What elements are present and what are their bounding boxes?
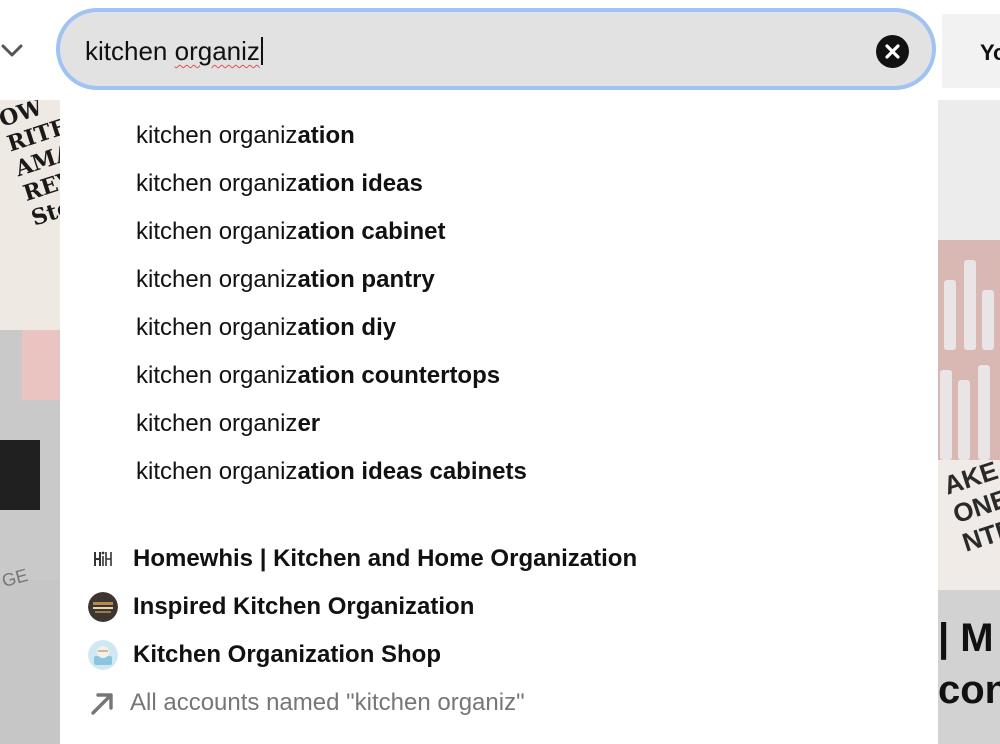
pin-image: GE [0, 565, 60, 744]
suggestion-item[interactable]: kitchen organization pantry [136, 256, 916, 304]
account-name: Homewhis | Kitchen and Home Organization [133, 545, 638, 572]
account-name: Kitchen Organization Shop [133, 641, 442, 668]
account-name: Inspired Kitchen Organization [133, 593, 475, 620]
header-right-label[interactable]: Yo [980, 40, 1000, 66]
account-result-inspired-kitchen[interactable]: Inspired Kitchen Organization [88, 583, 908, 631]
suggestion-item[interactable]: kitchen organization countertops [136, 352, 916, 400]
suggestion-item[interactable]: kitchen organization [136, 112, 916, 160]
account-result-homewhis[interactable]: Homewhis | Kitchen and Home Organization [88, 535, 908, 583]
pin-image-text: AKE ONEY NTER [940, 455, 1000, 558]
search-query-word: organiz [174, 36, 260, 66]
close-icon [885, 44, 900, 59]
inspired-kitchen-avatar [88, 592, 118, 622]
homewhis-logo-icon [88, 544, 118, 574]
clear-search-button[interactable] [876, 35, 909, 68]
kitchen-shop-avatar [88, 640, 118, 670]
chevron-down-icon[interactable] [0, 38, 24, 62]
suggestion-item[interactable]: kitchen organizer [136, 400, 916, 448]
suggestion-item[interactable]: kitchen organization diy [136, 304, 916, 352]
pin-title-text: | M con [938, 616, 1000, 712]
suggestion-item[interactable]: kitchen organization ideas [136, 160, 916, 208]
pin-image: AKE ONEY NTER [938, 455, 1000, 590]
background-pin-right: AKE ONEY NTER | M con [938, 100, 1000, 744]
pin-image [0, 330, 60, 580]
suggestion-item[interactable]: kitchen organization cabinet [136, 208, 916, 256]
arrow-up-right-icon [88, 688, 118, 718]
all-accounts-label: All accounts named "kitchen organiz" [130, 689, 525, 716]
text-caret [260, 37, 263, 65]
search-input-text[interactable]: kitchen organiz [85, 35, 263, 67]
suggestion-item[interactable]: kitchen organization ideas cabinets [136, 448, 916, 496]
search-suggestions-dropdown: kitchen organization kitchen organizatio… [60, 100, 938, 744]
all-accounts-link[interactable]: All accounts named "kitchen organiz" [88, 679, 908, 727]
pin-image-text: OW RITE A AMAZO REV Step- [0, 100, 60, 232]
background-pin-left: OW RITE A AMAZO REV Step- GE [0, 100, 60, 744]
pin-title: | M con [938, 590, 1000, 744]
account-result-kitchen-organization-shop[interactable]: Kitchen Organization Shop [88, 631, 908, 679]
search-query-prefix: kitchen [85, 36, 175, 66]
pin-image: OW RITE A AMAZO REV Step- [0, 100, 60, 330]
pin-image [938, 100, 1000, 240]
